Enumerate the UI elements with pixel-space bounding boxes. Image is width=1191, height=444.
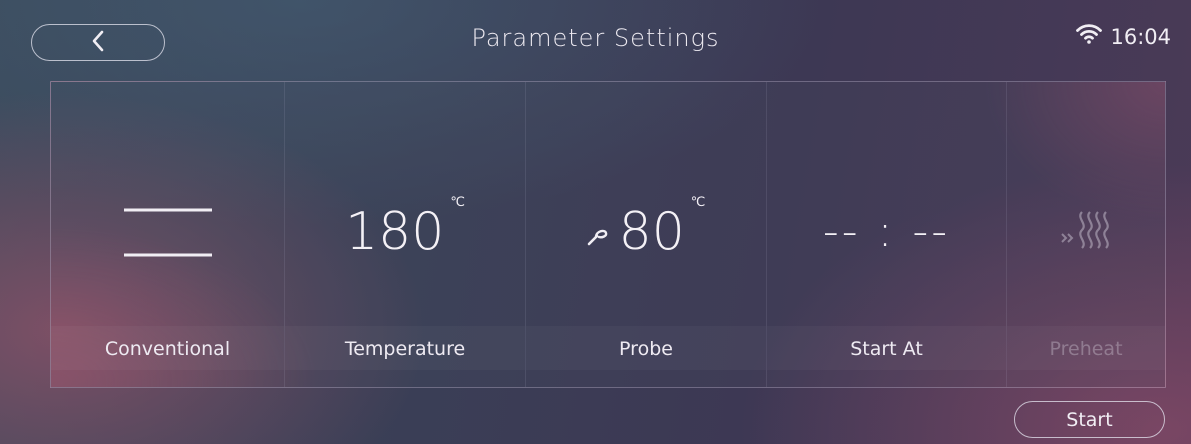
temperature-value: 180 — [345, 202, 445, 262]
setting-probe-label: Probe — [619, 338, 673, 360]
clock-time: 16:04 — [1110, 24, 1171, 49]
setting-preheat[interactable]: Preheat — [1007, 82, 1165, 387]
preheat-icon — [1058, 206, 1114, 258]
page-title: Parameter Settings — [471, 24, 720, 52]
probe-value: 80 — [618, 202, 685, 262]
probe-icon — [587, 228, 609, 250]
start-button[interactable]: Start — [1014, 401, 1165, 438]
status-bar: 16:04 — [1076, 24, 1171, 49]
setting-start-at[interactable]: -- : -- Start At — [767, 82, 1007, 387]
wifi-icon — [1076, 24, 1103, 49]
setting-temperature[interactable]: 180 ℃ Temperature — [285, 82, 526, 387]
start-at-value: -- : -- — [822, 206, 951, 257]
setting-mode-label: Conventional — [104, 338, 231, 360]
setting-probe[interactable]: 80 ℃ Probe — [526, 82, 767, 387]
conventional-heating-icon — [122, 198, 214, 266]
parameter-panel: Conventional 180 ℃ Temperature 80 ℃ Prob… — [50, 81, 1166, 388]
setting-start-at-label: Start At — [850, 338, 923, 360]
temperature-unit: ℃ — [450, 195, 465, 210]
probe-unit: ℃ — [690, 195, 706, 210]
setting-mode[interactable]: Conventional — [51, 82, 285, 387]
setting-temperature-label: Temperature — [344, 338, 466, 360]
setting-preheat-label: Preheat — [1049, 338, 1123, 360]
